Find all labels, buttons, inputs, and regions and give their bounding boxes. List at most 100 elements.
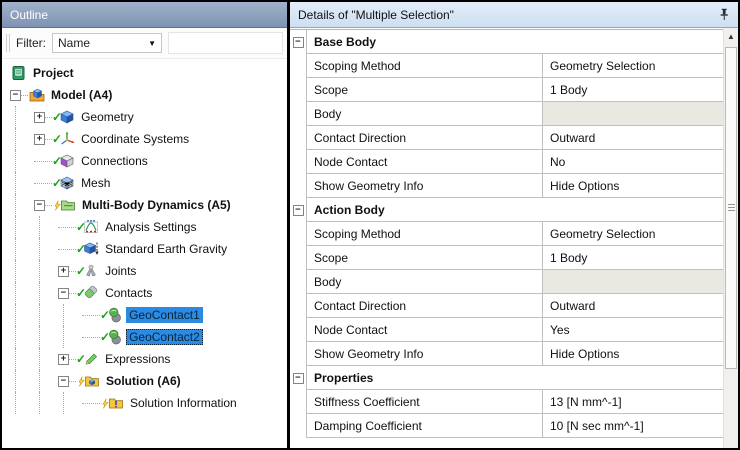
- collapse-expander-icon[interactable]: −: [34, 199, 45, 211]
- detail-value[interactable]: 13 [N mm^-1]: [543, 390, 723, 414]
- tree-item-joints[interactable]: + ✓ Joints: [2, 260, 287, 282]
- tree-item-solution-information[interactable]: Solution Information: [2, 392, 287, 414]
- check-icon: ✓: [52, 132, 63, 146]
- details-gutter: [290, 270, 307, 294]
- details-gutter: [290, 390, 307, 414]
- check-icon: ✓: [76, 242, 87, 256]
- scrollbar-thumb[interactable]: [725, 47, 737, 369]
- details-body: − Base Body Scoping Method Geometry Selecti…: [290, 28, 738, 448]
- lightning-icon: [100, 396, 111, 411]
- detail-value[interactable]: [543, 102, 723, 126]
- collapse-expander-icon[interactable]: −: [292, 372, 304, 384]
- tree-item-multi-body-dynamics-a5[interactable]: − Multi-Body Dynamics (A5): [2, 194, 287, 216]
- details-row-scope: Scope 1 Body: [290, 78, 723, 102]
- expand-expander-icon[interactable]: +: [58, 353, 69, 365]
- detail-value[interactable]: Yes: [543, 318, 723, 342]
- tree-item-label: Geometry: [81, 110, 134, 124]
- expand-expander-icon[interactable]: +: [34, 133, 45, 145]
- details-row-scoping-method: Scoping Method Geometry Selection: [290, 222, 723, 246]
- tree-item-label: Expressions: [105, 352, 171, 366]
- detail-value[interactable]: Outward: [543, 294, 723, 318]
- details-gutter: [290, 414, 307, 438]
- tree-guide-line: [15, 392, 16, 414]
- expand-expander-icon[interactable]: +: [34, 111, 45, 123]
- tree-item-geocontact2[interactable]: ✓ GeoContact2: [2, 326, 287, 348]
- detail-value[interactable]: Geometry Selection: [543, 54, 723, 78]
- details-panel: Details of "Multiple Selection" − Base Bo…: [290, 2, 738, 448]
- detail-label: Node Contact: [307, 150, 543, 174]
- tree-guide-line: [39, 370, 40, 392]
- tree-item-label: Connections: [81, 154, 148, 168]
- details-gutter: [290, 246, 307, 270]
- check-icon: ✓: [76, 286, 87, 300]
- detail-value[interactable]: 1 Body: [543, 246, 723, 270]
- details-gutter: [290, 126, 307, 150]
- toolbar-grip-icon[interactable]: [6, 34, 10, 52]
- filter-text-input[interactable]: [168, 32, 283, 54]
- tree-item-connections[interactable]: ✓ Connections: [2, 150, 287, 172]
- pin-icon[interactable]: [719, 8, 730, 21]
- details-gutter: −: [290, 366, 307, 390]
- collapse-expander-icon[interactable]: −: [58, 375, 69, 387]
- detail-value[interactable]: No: [543, 150, 723, 174]
- tree-item-solution-a6[interactable]: − Solution (A6): [2, 370, 287, 392]
- detail-value[interactable]: Geometry Selection: [543, 222, 723, 246]
- details-gutter: [290, 294, 307, 318]
- collapse-expander-icon[interactable]: −: [292, 204, 304, 216]
- details-section-header: Properties: [307, 366, 723, 390]
- tree-connector-line: [69, 358, 76, 360]
- detail-value[interactable]: 1 Body: [543, 78, 723, 102]
- tree-item-expressions[interactable]: + ✓ Expressions: [2, 348, 287, 370]
- detail-value[interactable]: 10 [N sec mm^-1]: [543, 414, 723, 438]
- detail-value[interactable]: Hide Options: [543, 342, 723, 366]
- tree-guide-line: [15, 150, 16, 172]
- tree-item-label: Model (A4): [51, 88, 113, 102]
- tree-guide-line: [15, 194, 16, 216]
- collapse-expander-icon[interactable]: −: [58, 287, 69, 299]
- tree-item-geocontact1[interactable]: ✓ GeoContact1: [2, 304, 287, 326]
- expand-expander-icon[interactable]: +: [58, 265, 69, 277]
- outline-panel: Outline Filter: Name ▼ Project − Model (A4…: [2, 2, 287, 448]
- tree-item-geometry[interactable]: + ✓ Geometry: [2, 106, 287, 128]
- detail-value[interactable]: [543, 270, 723, 294]
- detail-value[interactable]: Outward: [543, 126, 723, 150]
- tree-item-model-a4[interactable]: − Model (A4): [2, 84, 287, 106]
- tree-connector-line: [58, 248, 76, 250]
- lightning-icon: [52, 198, 63, 213]
- tree-guide-line: [15, 128, 16, 150]
- tree-connector-line: [34, 182, 52, 184]
- details-row-contact-direction: Contact Direction Outward: [290, 126, 723, 150]
- details-row-show-geometry-info: Show Geometry Info Hide Options: [290, 174, 723, 198]
- tree-guide-line: [63, 392, 64, 414]
- tree-item-coordinate-systems[interactable]: + ✓ Coordinate Systems: [2, 128, 287, 150]
- collapse-expander-icon[interactable]: −: [10, 89, 21, 101]
- details-gutter: −: [290, 198, 307, 222]
- tree-item-mesh[interactable]: ✓ Mesh: [2, 172, 287, 194]
- tree-guide-line: [39, 282, 40, 304]
- tree-guide-line: [63, 326, 64, 348]
- details-row-node-contact: Node Contact Yes: [290, 318, 723, 342]
- details-table: − Base Body Scoping Method Geometry Selecti…: [290, 29, 723, 448]
- tree-item-project[interactable]: Project: [2, 62, 287, 84]
- tree-item-label: GeoContact2: [126, 329, 203, 345]
- details-scrollbar[interactable]: ▲: [723, 28, 738, 448]
- check-icon: ✓: [76, 220, 87, 234]
- tree-item-analysis-settings[interactable]: ✓ Analysis Settings: [2, 216, 287, 238]
- filter-name-dropdown[interactable]: Name ▼: [52, 33, 162, 53]
- tree-guide-line: [15, 260, 16, 282]
- detail-value[interactable]: Hide Options: [543, 174, 723, 198]
- details-row-scoping-method: Scoping Method Geometry Selection: [290, 54, 723, 78]
- detail-label: Stiffness Coefficient: [307, 390, 543, 414]
- scroll-up-arrow-icon[interactable]: ▲: [724, 28, 738, 44]
- details-section-header: Action Body: [307, 198, 723, 222]
- collapse-expander-icon[interactable]: −: [292, 36, 304, 48]
- tree-item-standard-earth-gravity[interactable]: ✓ Standard Earth Gravity: [2, 238, 287, 260]
- detail-label: Scope: [307, 78, 543, 102]
- tree-item-contacts[interactable]: − ✓ Contacts: [2, 282, 287, 304]
- tree-connector-line: [69, 380, 76, 382]
